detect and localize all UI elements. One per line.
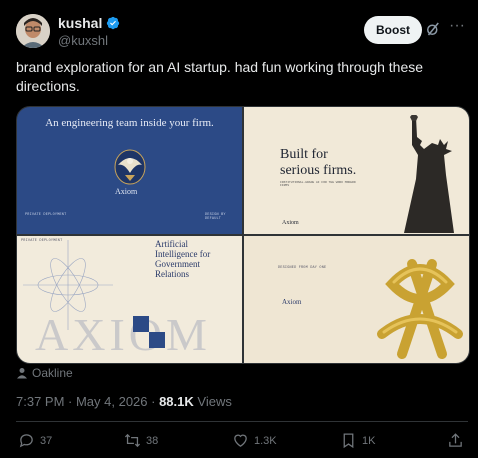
- reply-button[interactable]: 37: [18, 432, 52, 449]
- statue-of-liberty-icon: [404, 115, 454, 233]
- media-image-4[interactable]: DESIGNED FROM DAY ONE Axiom: [244, 236, 469, 363]
- tile2-title: Built for serious firms.: [280, 147, 356, 179]
- like-button[interactable]: 1.3K: [232, 432, 277, 449]
- tile1-left-caption: PRIVATE DEPLOYMENT: [25, 213, 67, 217]
- tile3-title-line4: Relations: [155, 269, 189, 279]
- reply-count: 37: [40, 434, 53, 447]
- media-image-3[interactable]: PRIVATE DEPLOYMENT Artificial Intelligen…: [17, 236, 242, 363]
- like-count: 1.3K: [254, 434, 277, 447]
- tile2-subtitle: INSTITUTIONAL-GRADE AI FOR THE WORK MODE…: [280, 181, 356, 187]
- gold-knot-emblem-icon: [377, 259, 463, 359]
- tweet-text: brand exploration for an AI startup. had…: [16, 59, 424, 94]
- tweet-header: kushal @kuxshl Boost ···: [16, 14, 466, 54]
- views-count: 88.1K: [159, 394, 194, 409]
- tile3-title-line2: Intelligence for: [155, 249, 211, 259]
- eagle-emblem-icon: [114, 149, 146, 185]
- share-icon: [449, 433, 462, 447]
- heart-icon: [234, 434, 247, 447]
- bookmark-icon: [343, 433, 354, 449]
- tile4-brand: Axiom: [282, 298, 302, 306]
- boost-button[interactable]: Boost: [364, 16, 422, 44]
- repost-button[interactable]: 38: [124, 432, 158, 449]
- views-label: Views: [193, 394, 232, 409]
- location-row[interactable]: Oakline: [16, 366, 73, 380]
- blue-square-2: [149, 332, 165, 348]
- media-image-1[interactable]: An engineering team inside your firm. Ax…: [17, 107, 242, 234]
- repost-count: 38: [146, 434, 159, 447]
- tile1-right-caption: DESIGN BY DEFAULT: [205, 213, 226, 221]
- tile2-brand: Axiom: [282, 220, 299, 226]
- timestamp[interactable]: 7:37 PM · May 4, 2026 ·: [16, 394, 159, 409]
- tile3-title-line3: Government: [155, 259, 200, 269]
- timestamp-row: 7:37 PM · May 4, 2026 · 88.1K Views: [16, 394, 232, 409]
- reply-icon: [19, 434, 33, 448]
- tile2-title-line2: serious firms.: [280, 163, 357, 178]
- tile3-caption: PRIVATE DEPLOYMENT: [21, 239, 63, 243]
- tile3-watermark: AXIOM: [35, 309, 211, 360]
- bookmark-count: 1K: [362, 434, 376, 447]
- share-button[interactable]: [447, 432, 464, 449]
- person-icon: [17, 368, 27, 379]
- action-bar: 37 38 1.3K 1K: [18, 432, 464, 452]
- tile3-title-line1: Artificial: [155, 239, 188, 249]
- repost-icon: [124, 433, 141, 448]
- grok-icon[interactable]: [424, 20, 442, 38]
- bookmark-button[interactable]: 1K: [340, 432, 375, 449]
- author-name-row: kushal: [58, 15, 120, 31]
- tile3-title: Artificial Intelligence for Government R…: [155, 239, 210, 279]
- tile1-brand: Axiom: [115, 187, 138, 196]
- location-label: Oakline: [32, 366, 73, 380]
- media-grid[interactable]: An engineering team inside your firm. Ax…: [16, 106, 470, 364]
- blue-square-1: [133, 316, 149, 332]
- more-icon[interactable]: ···: [448, 18, 466, 38]
- verified-badge-icon: [107, 16, 120, 30]
- avatar[interactable]: [16, 14, 50, 48]
- author-handle[interactable]: @kuxshl: [58, 33, 108, 48]
- divider: [16, 421, 468, 422]
- tile2-title-line1: Built for: [280, 147, 328, 162]
- author-name[interactable]: kushal: [58, 15, 102, 31]
- tile4-caption: DESIGNED FROM DAY ONE: [278, 266, 327, 270]
- tile1-headline: An engineering team inside your firm.: [45, 117, 214, 129]
- media-image-2[interactable]: Built for serious firms. INSTITUTIONAL-G…: [244, 107, 469, 234]
